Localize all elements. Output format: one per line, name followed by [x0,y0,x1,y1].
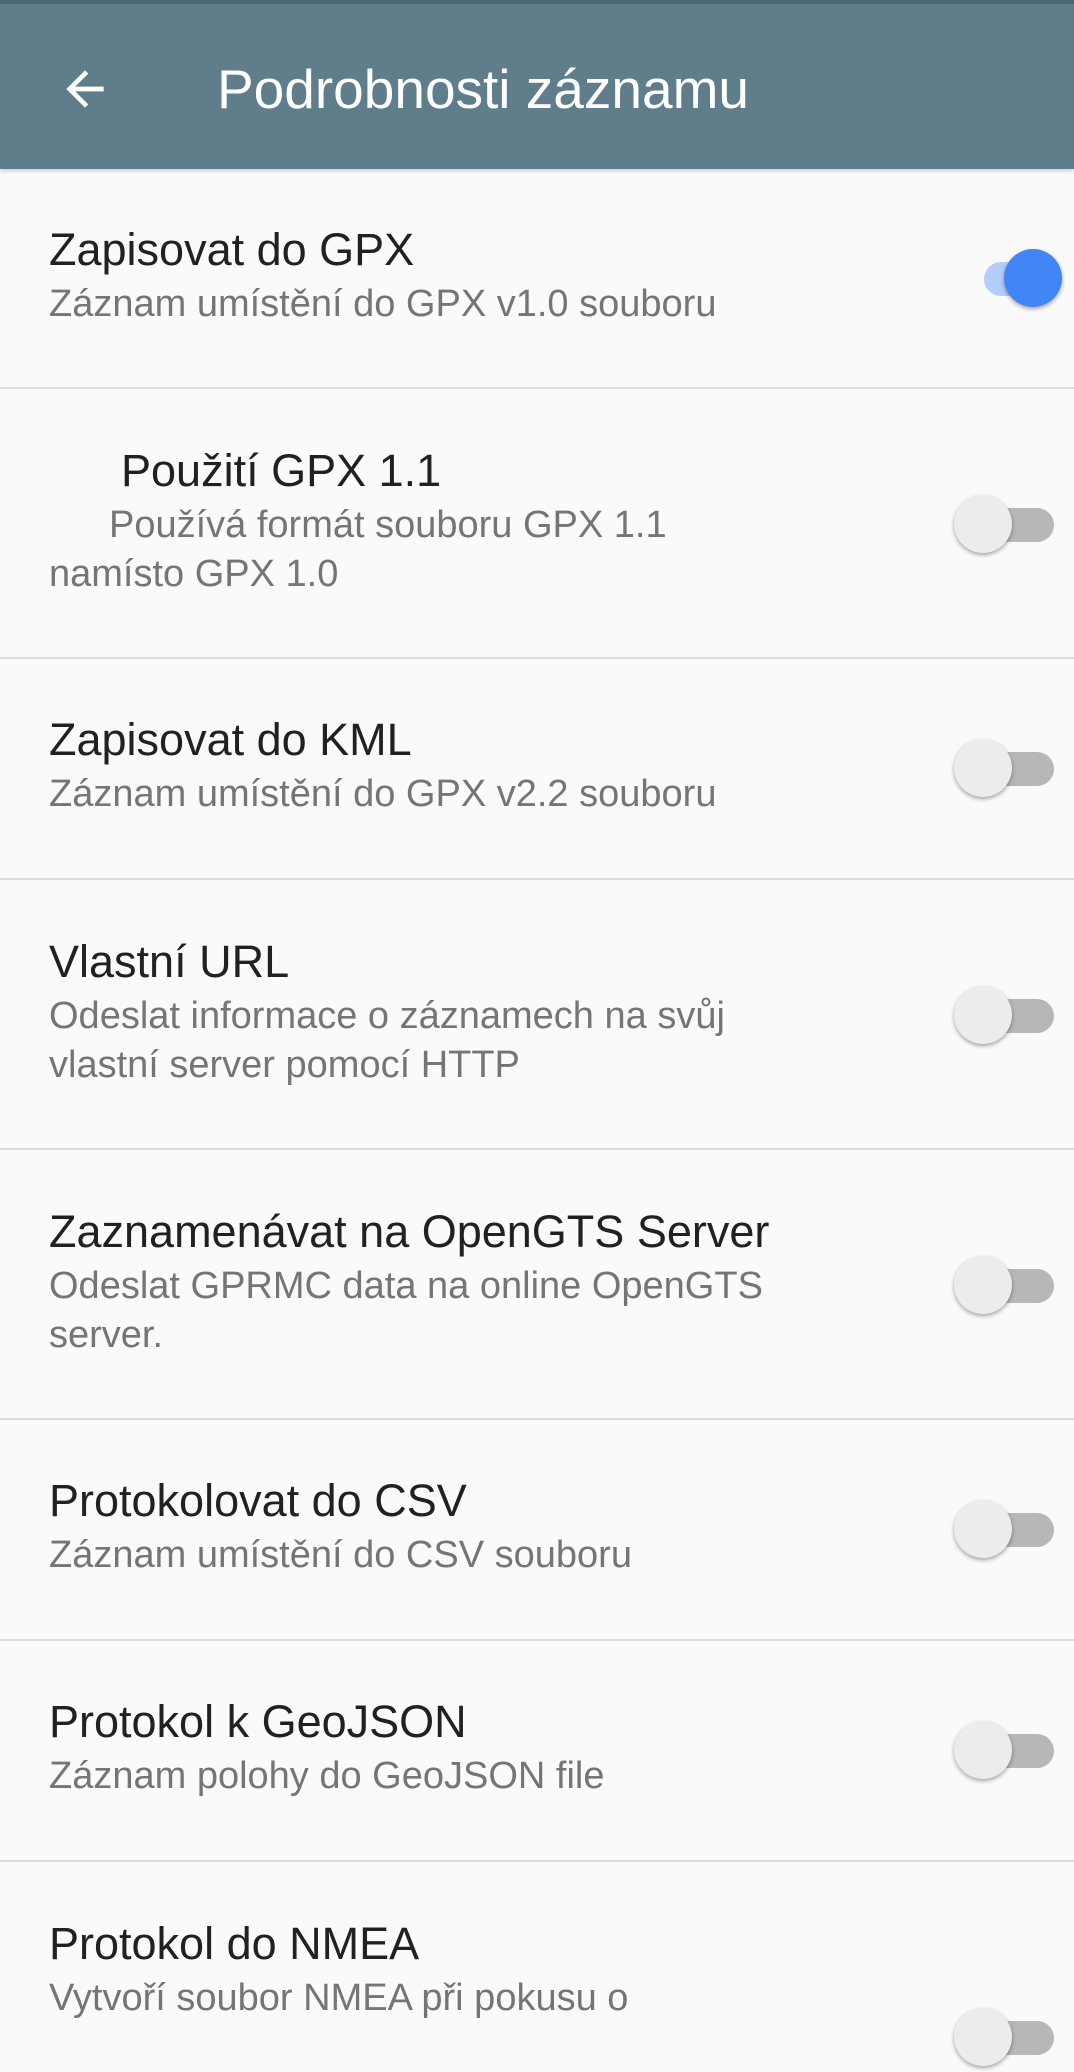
toggle-thumb [954,1721,1012,1779]
app-bar: Podrobnosti záznamu [0,4,1074,169]
log-to-geojson-toggle[interactable] [954,1715,1074,1785]
pref-title: Protokolovat do CSV [49,1475,467,1526]
custom-url-toggle[interactable] [954,980,1074,1050]
pref-log-to-gpx[interactable]: Zapisovat do GPX Záznam umístění do GPX … [0,169,1074,389]
toggle-thumb [1004,249,1062,307]
toggle-thumb [954,1256,1012,1314]
pref-title: Zaznamenávat na OpenGTS Server [49,1206,770,1257]
log-to-opengts-toggle[interactable] [954,1250,1074,1320]
toggle-thumb [954,739,1012,797]
use-gpx-11-toggle[interactable] [954,489,1074,559]
pref-summary: Záznam umístění do GPX v1.0 souboru [49,283,717,325]
pref-summary: Záznam umístění do CSV souboru [49,1534,632,1576]
pref-title: Vlastní URL [49,936,290,987]
pref-title: Protokol k GeoJSON [49,1696,467,1747]
toggle-thumb [954,2008,1012,2066]
pref-use-gpx-11[interactable]: Použití GPX 1.1 Používá formát souboru G… [0,389,1074,659]
pref-summary: Záznam umístění do GPX v2.2 souboru [49,773,717,815]
log-to-nmea-toggle[interactable] [954,2002,1074,2072]
log-to-gpx-toggle[interactable] [954,243,1074,313]
pref-custom-url[interactable]: Vlastní URL Odeslat informace o záznamec… [0,880,1074,1150]
pref-log-to-kml[interactable]: Zapisovat do KML Záznam umístění do GPX … [0,659,1074,880]
pref-title: Zapisovat do GPX [49,224,415,275]
pref-title: Použití GPX 1.1 [121,445,442,496]
pref-log-to-nmea[interactable]: Protokol do NMEA Vytvoří soubor NMEA při… [0,1862,1074,2066]
page-title: Podrobnosti záznamu [217,58,749,120]
pref-summary-line: namísto GPX 1.0 [49,553,339,595]
pref-title: Zapisovat do KML [49,714,412,765]
pref-summary: Používá formát souboru GPX 1.1 namísto G… [49,501,849,599]
pref-summary: Vytvoří soubor NMEA při pokusu o [49,1977,629,2019]
toggle-thumb [954,1500,1012,1558]
toggle-thumb [954,495,1012,553]
pref-log-to-geojson[interactable]: Protokol k GeoJSON Záznam polohy do GeoJ… [0,1641,1074,1862]
toggle-thumb [954,986,1012,1044]
log-to-csv-toggle[interactable] [954,1494,1074,1564]
pref-summary: Odeslat GPRMC data na online OpenGTS ser… [49,1265,763,1356]
pref-log-to-opengts[interactable]: Zaznamenávat na OpenGTS Server Odeslat G… [0,1150,1074,1420]
pref-title: Protokol do NMEA [49,1918,420,1969]
pref-log-to-csv[interactable]: Protokolovat do CSV Záznam umístění do C… [0,1420,1074,1641]
back-button[interactable] [40,44,130,134]
preference-list: Zapisovat do GPX Záznam umístění do GPX … [0,169,1074,2066]
pref-summary-line: Používá formát souboru GPX 1.1 [109,504,667,546]
pref-summary: Záznam polohy do GeoJSON file [49,1755,605,1797]
log-to-kml-toggle[interactable] [954,733,1074,803]
arrow-left-icon [66,70,104,108]
pref-summary: Odeslat informace o záznamech na svůj vl… [49,995,725,1086]
